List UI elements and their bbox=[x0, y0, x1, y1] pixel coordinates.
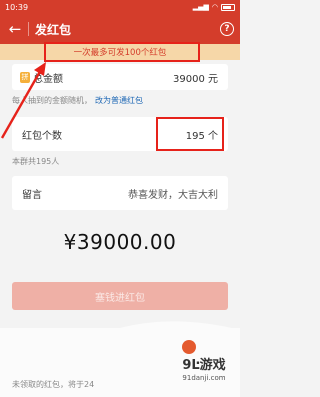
hint-text: 每人抽到的金额随机， bbox=[12, 96, 92, 105]
help-icon: ? bbox=[224, 24, 230, 34]
total-amount-value[interactable]: 39000 元 bbox=[173, 70, 218, 85]
page-title: 发红包 bbox=[35, 22, 72, 37]
random-amount-hint: 每人抽到的金额随机， 改为普通红包 bbox=[12, 95, 143, 106]
status-time: 10:39 bbox=[5, 2, 29, 12]
status-icons: ▂▄▆ ◠ bbox=[192, 2, 235, 11]
back-button[interactable]: ← bbox=[6, 19, 24, 39]
wifi-icon: ◠ bbox=[211, 2, 218, 11]
message-input[interactable]: 恭喜发财，大吉大利 bbox=[128, 186, 218, 201]
packet-count-label: 红包个数 bbox=[22, 130, 62, 142]
message-row[interactable]: 留言 恭喜发财，大吉大利 bbox=[12, 176, 228, 210]
message-label: 留言 bbox=[22, 189, 42, 201]
total-amount-label: 总金额 bbox=[33, 73, 63, 85]
watermark-sub: 91danji.com bbox=[182, 374, 226, 382]
total-amount-row[interactable]: 拼 总金额 39000 元 bbox=[12, 64, 228, 90]
watermark-main: 9Ŀ游戏 bbox=[182, 358, 226, 373]
submit-button[interactable]: 塞钱进红包 bbox=[12, 282, 228, 310]
help-button[interactable]: ? bbox=[220, 22, 234, 36]
switch-normal-packet-link[interactable]: 改为普通红包 bbox=[95, 96, 143, 105]
notice-highlight-box bbox=[44, 42, 200, 62]
expiry-note: 未领取的红包，将于24 bbox=[12, 380, 95, 389]
app-bar-divider bbox=[28, 22, 29, 36]
status-bar: 10:39 ▂▄▆ ◠ bbox=[0, 0, 240, 14]
orange-dot-decoration bbox=[182, 340, 196, 354]
battery-icon bbox=[221, 3, 235, 11]
pin-icon: 拼 bbox=[20, 71, 30, 83]
back-arrow-icon: ← bbox=[8, 20, 22, 38]
amount-display: ¥39000.00 bbox=[63, 230, 177, 254]
count-highlight-box bbox=[156, 117, 224, 151]
watermark-logo: 9Ŀ游戏 91danji.com bbox=[170, 357, 238, 395]
signal-icon: ▂▄▆ bbox=[192, 2, 209, 11]
group-member-count: 本群共195人 bbox=[12, 157, 60, 166]
bottom-wave-decoration bbox=[0, 321, 240, 338]
app-bar: ← 发红包 ? bbox=[0, 14, 240, 44]
